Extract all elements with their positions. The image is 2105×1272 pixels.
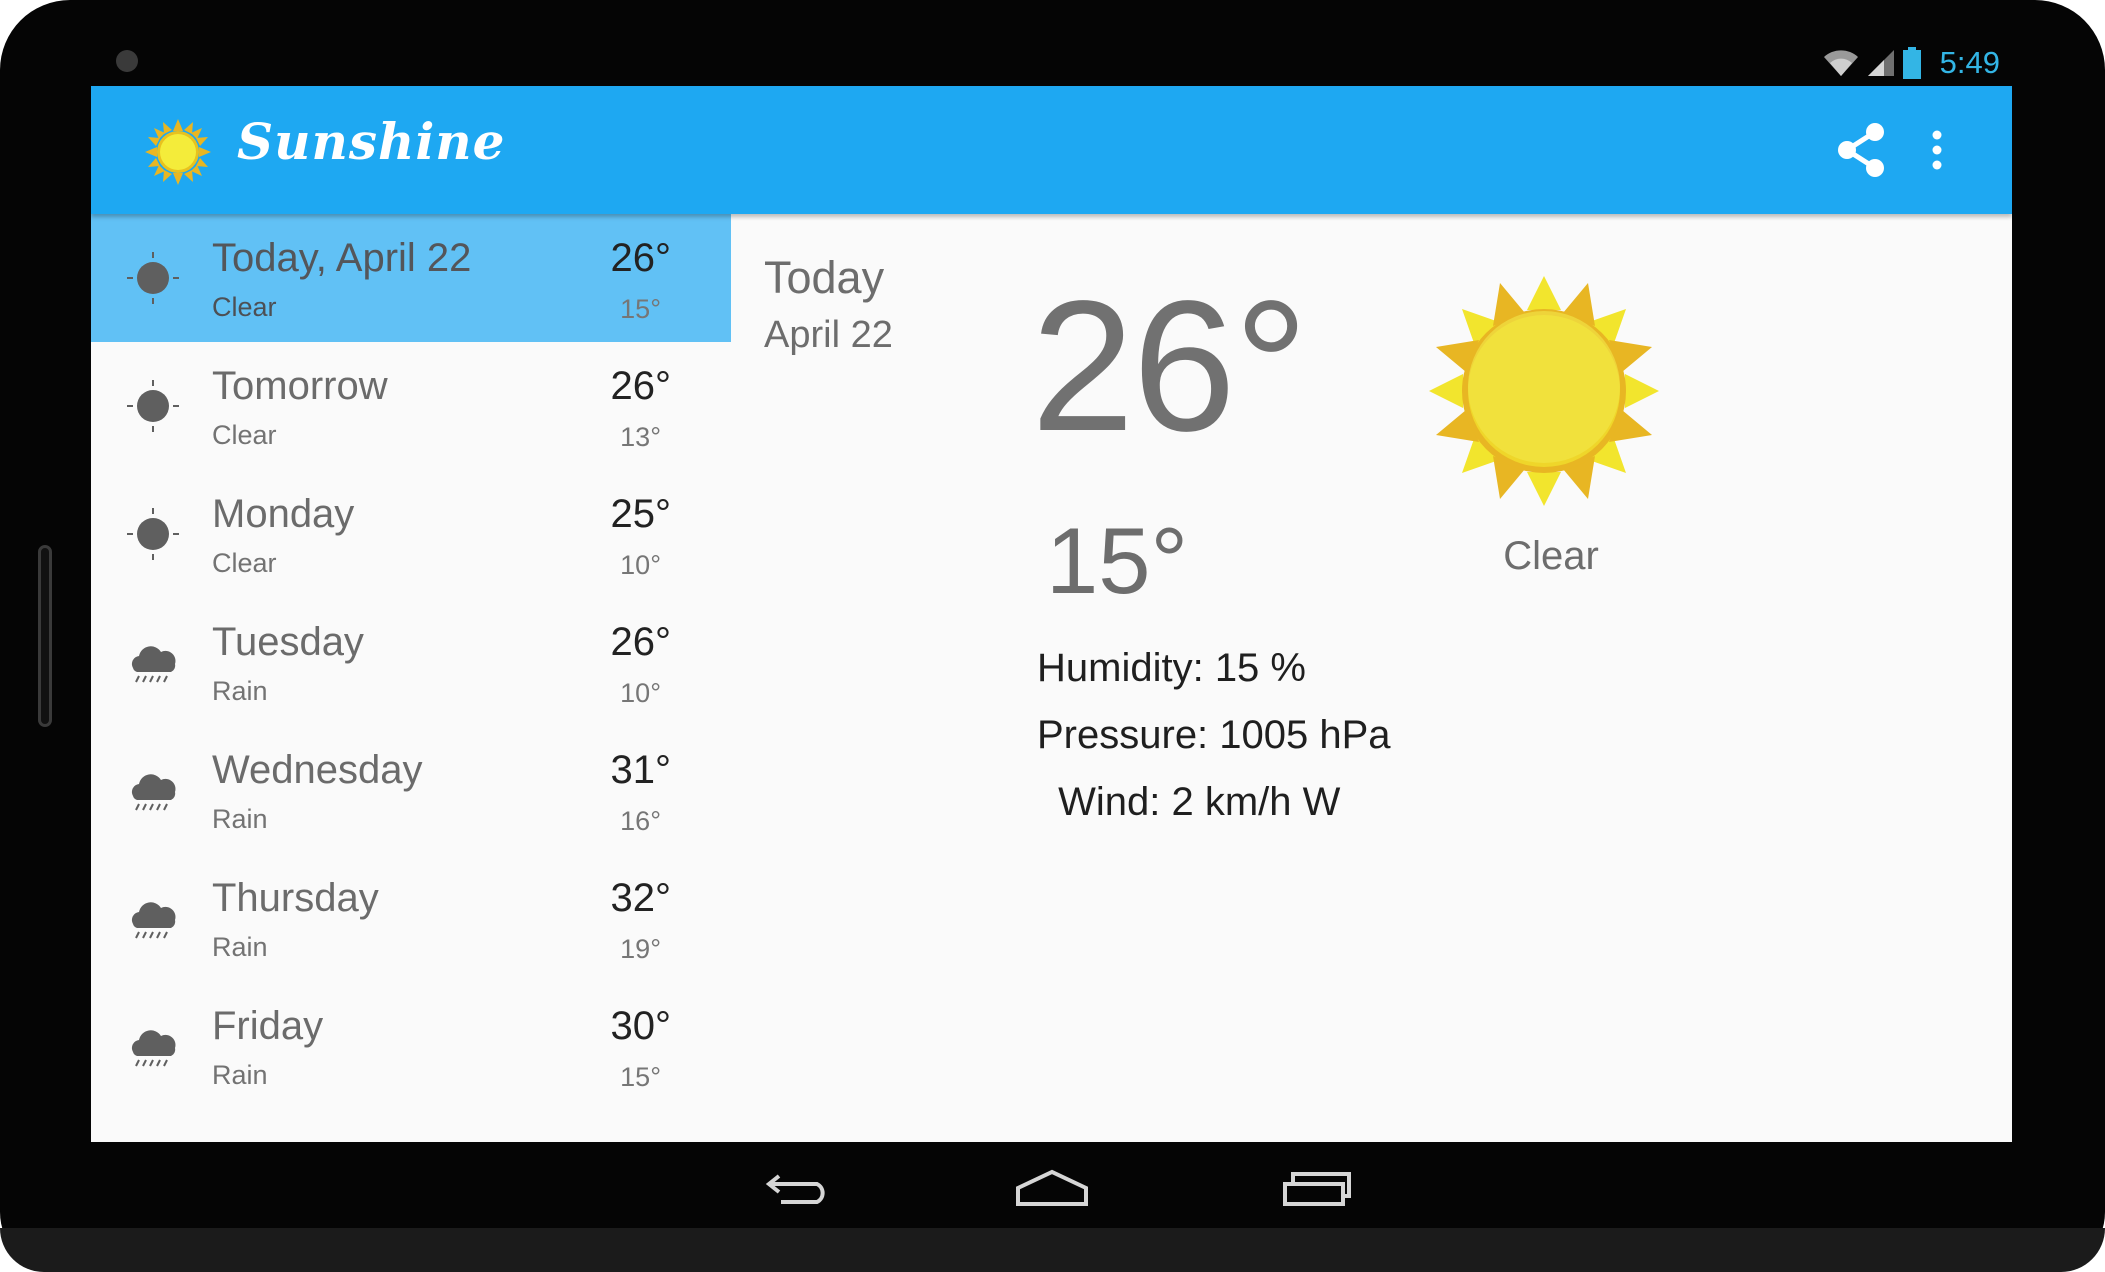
forecast-low: 10°: [620, 550, 661, 580]
app-title: Sunshine: [237, 112, 506, 171]
clear-icon: [127, 380, 179, 432]
status-icons: 5:49: [1822, 40, 2000, 86]
detail-humidity: Humidity: 15 %: [1037, 646, 1306, 690]
forecast-day: Thursday: [212, 876, 379, 920]
clear-icon: [127, 508, 179, 560]
back-button[interactable]: [759, 1160, 839, 1216]
detail-low-temp: 15°: [1046, 508, 1189, 613]
forecast-low: 15°: [620, 1062, 661, 1092]
share-icon: [1838, 123, 1884, 177]
share-button[interactable]: [1831, 120, 1891, 180]
recents-icon: [1283, 1172, 1351, 1206]
forecast-day: Tuesday: [212, 620, 364, 664]
detail-day: Today: [764, 252, 885, 303]
action-bar: Sunshine: [91, 86, 2012, 214]
forecast-high: 26°: [610, 364, 672, 408]
forecast-high: 31°: [610, 748, 672, 792]
status-bar: 5:49: [91, 40, 2012, 86]
forecast-high: 25°: [610, 492, 672, 536]
battery-icon: [1902, 47, 1921, 79]
detail-pressure: Pressure: 1005 hPa: [1037, 713, 1391, 757]
forecast-condition: Rain: [212, 804, 268, 834]
rain-icon: [131, 646, 176, 683]
detail-pane: Today April 22 26° 15° Humidity: 15 % Pr…: [731, 214, 2012, 1142]
forecast-low: 15°: [620, 294, 661, 324]
forecast-day: Today, April 22: [212, 236, 472, 280]
app-screen: Sunshine Today, April 22 Clear 26° 15° T…: [91, 86, 2012, 1142]
hardware-side-button: [38, 545, 52, 727]
forecast-low: 13°: [620, 422, 661, 452]
detail-date: April 22: [764, 314, 893, 356]
forecast-list: Today, April 22 Clear 26° 15° Tomorrow C…: [91, 214, 731, 1142]
forecast-condition: Clear: [212, 548, 277, 578]
forecast-row-tuesday[interactable]: Tuesday Rain 26° 10°: [91, 598, 731, 726]
forecast-condition: Rain: [212, 1060, 268, 1090]
forecast-high: 26°: [610, 620, 672, 664]
forecast-day: Friday: [212, 1004, 324, 1048]
detail-wind: Wind: 2 km/h W: [1047, 780, 1341, 824]
forecast-condition: Clear: [212, 292, 277, 322]
cell-signal-icon: [1867, 50, 1894, 76]
home-button[interactable]: [1012, 1160, 1092, 1216]
home-icon: [1016, 1169, 1088, 1206]
overflow-menu-button[interactable]: [1917, 120, 1957, 180]
rain-icon: [131, 774, 176, 811]
forecast-row-friday[interactable]: Friday Rain 30° 15°: [91, 982, 731, 1110]
forecast-day: Monday: [212, 492, 355, 536]
forecast-row-tomorrow[interactable]: Tomorrow Clear 26° 13°: [91, 342, 731, 470]
rain-icon: [131, 902, 176, 939]
forecast-high: 30°: [610, 1004, 672, 1048]
detail-description: Clear: [1503, 534, 1599, 578]
forecast-condition: Rain: [212, 932, 268, 962]
back-icon: [765, 1174, 825, 1204]
forecast-high: 32°: [610, 876, 672, 920]
forecast-low: 16°: [620, 806, 661, 836]
forecast-high: 26°: [610, 236, 672, 280]
forecast-low: 19°: [620, 934, 661, 964]
forecast-condition: Rain: [212, 676, 268, 706]
forecast-row-today[interactable]: Today, April 22 Clear 26° 15°: [91, 214, 731, 342]
recents-button[interactable]: [1277, 1160, 1357, 1216]
status-time: 5:49: [1939, 45, 2000, 80]
sun-art-icon: [1429, 276, 1659, 506]
forecast-row-wednesday[interactable]: Wednesday Rain 31° 16°: [91, 726, 731, 854]
sun-logo-icon: [145, 119, 211, 185]
forecast-condition: Clear: [212, 420, 277, 450]
navigation-bar: [91, 1142, 2012, 1236]
forecast-day: Wednesday: [212, 748, 423, 792]
overflow-menu-icon: [1932, 130, 1942, 170]
detail-high-temp: 26°: [1031, 263, 1308, 470]
forecast-row-monday[interactable]: Monday Clear 25° 10°: [91, 470, 731, 598]
forecast-row-thursday[interactable]: Thursday Rain 32° 19°: [91, 854, 731, 982]
rain-icon: [131, 1030, 176, 1067]
wifi-icon: [1823, 50, 1858, 76]
clear-icon: [127, 252, 179, 304]
forecast-day: Tomorrow: [212, 364, 388, 408]
forecast-low: 10°: [620, 678, 661, 708]
